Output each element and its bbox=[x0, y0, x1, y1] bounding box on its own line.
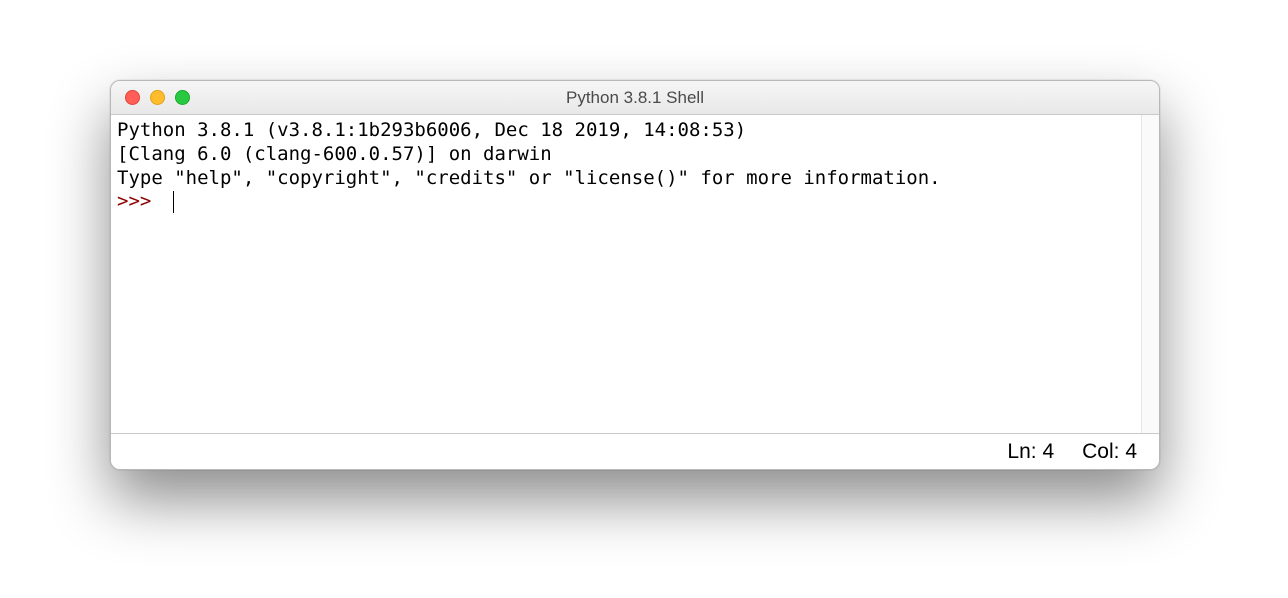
banner-line-3: Type "help", "copyright", "credits" or "… bbox=[117, 167, 941, 189]
close-icon[interactable] bbox=[125, 90, 140, 105]
status-column-number: Col: 4 bbox=[1082, 440, 1137, 464]
prompt: >>> bbox=[117, 190, 163, 212]
maximize-icon[interactable] bbox=[175, 90, 190, 105]
window-title: Python 3.8.1 Shell bbox=[111, 88, 1159, 108]
shell-text-area[interactable]: Python 3.8.1 (v3.8.1:1b293b6006, Dec 18 … bbox=[111, 115, 1141, 433]
window-controls bbox=[125, 90, 190, 105]
minimize-icon[interactable] bbox=[150, 90, 165, 105]
text-cursor bbox=[173, 191, 175, 213]
shell-window: Python 3.8.1 Shell Python 3.8.1 (v3.8.1:… bbox=[110, 80, 1160, 470]
content-area: Python 3.8.1 (v3.8.1:1b293b6006, Dec 18 … bbox=[111, 115, 1159, 433]
banner-line-2: [Clang 6.0 (clang-600.0.57)] on darwin bbox=[117, 143, 552, 165]
status-line-number: Ln: 4 bbox=[1007, 440, 1054, 464]
status-bar: Ln: 4 Col: 4 bbox=[111, 433, 1159, 469]
banner-line-1: Python 3.8.1 (v3.8.1:1b293b6006, Dec 18 … bbox=[117, 119, 758, 141]
vertical-scrollbar[interactable] bbox=[1141, 115, 1159, 433]
titlebar: Python 3.8.1 Shell bbox=[111, 81, 1159, 115]
